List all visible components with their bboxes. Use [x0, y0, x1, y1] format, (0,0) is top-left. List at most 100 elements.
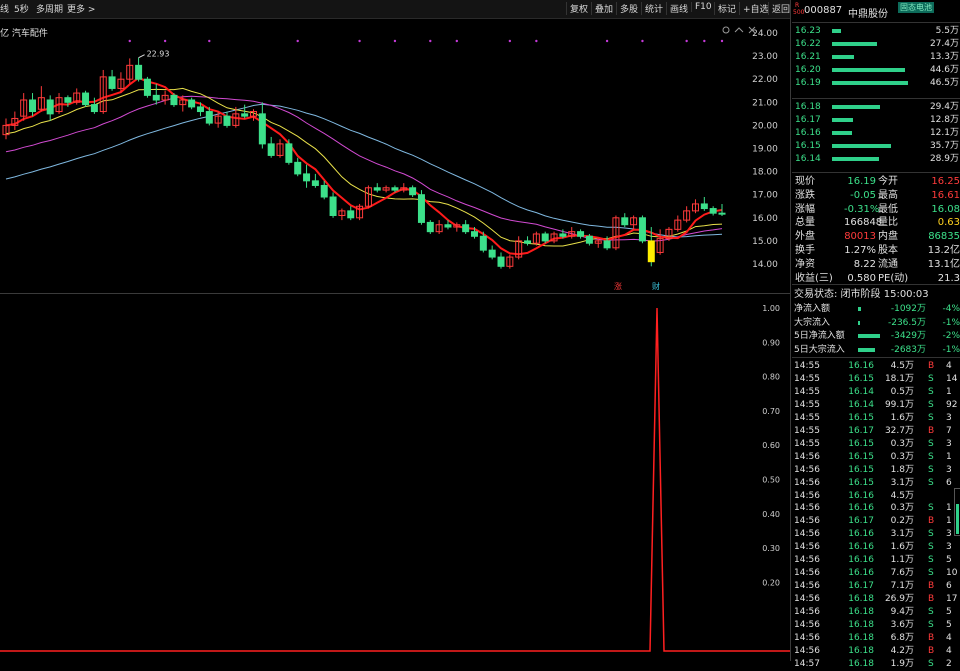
- price-axis-label: 19.00: [752, 145, 778, 155]
- candle: [656, 229, 664, 255]
- candle-body: [409, 187, 417, 196]
- tick-side: S: [928, 373, 934, 384]
- tick-time: 14:56: [794, 516, 820, 527]
- tick-side: S: [928, 464, 934, 475]
- candle: [2, 118, 10, 140]
- quote-value: 0.63: [937, 217, 960, 229]
- flow-label: 5日净流入额: [794, 331, 845, 341]
- price-axis-label: 14.00: [752, 260, 778, 270]
- candle: [126, 58, 134, 84]
- mark-button[interactable]: 标记: [714, 2, 739, 15]
- tick-count: 6: [946, 581, 952, 592]
- multi-stock-button[interactable]: 多股: [616, 2, 641, 15]
- tick-time: 14:55: [794, 412, 820, 423]
- candlestick-chart[interactable]: 24.00 23.00 22.00 21.00 20.00 19.00 18.00 17.00…: [0, 19, 790, 292]
- event-dot: [535, 39, 538, 43]
- draw-line-button[interactable]: 画线: [666, 2, 691, 15]
- ask-volume: 13.3万: [929, 52, 959, 62]
- quote-value: 86835: [928, 231, 960, 243]
- tick-time: 14:56: [794, 451, 820, 462]
- overlay-button[interactable]: 叠加: [591, 2, 616, 15]
- ask-volume: 27.4万: [929, 39, 959, 49]
- tick-side: S: [928, 555, 934, 566]
- toolbar-period-5s[interactable]: 5秒: [14, 2, 29, 15]
- tick-row: 14:56 16.17 7.1万 B 6: [792, 580, 960, 593]
- ask-price: 16.22: [795, 39, 821, 49]
- candle-body: [285, 143, 293, 163]
- tick-price: 16.14: [848, 399, 874, 410]
- tick-time: 14:56: [794, 542, 820, 553]
- tick-side: S: [928, 607, 934, 618]
- fuquan-button[interactable]: 复权: [566, 2, 591, 15]
- candle: [143, 76, 151, 98]
- tick-side: S: [928, 503, 934, 514]
- tick-volume: 26.9万: [884, 594, 914, 605]
- statistics-button[interactable]: 统计: [641, 2, 666, 15]
- toolbar-period-line[interactable]: 线: [0, 2, 9, 15]
- candle: [303, 164, 311, 188]
- tick-time: 14:56: [794, 490, 820, 501]
- tick-time: 14:56: [794, 581, 820, 592]
- candle-body: [135, 64, 143, 80]
- indicator-axis-label: 1.00: [762, 304, 780, 313]
- candle-body: [559, 233, 567, 237]
- ask-price: 16.20: [795, 65, 821, 75]
- candle: [488, 245, 496, 260]
- tick-row: 14:56 16.15 0.3万 S 1: [792, 451, 960, 464]
- candle: [426, 220, 434, 234]
- toolbar-more[interactable]: 更多 >: [67, 2, 95, 15]
- badge-top: R: [795, 2, 800, 9]
- candle-body: [188, 99, 196, 108]
- candle: [382, 185, 390, 193]
- tick-side: S: [928, 386, 934, 397]
- indicator-axis-label: 0.70: [762, 407, 780, 416]
- indicator-chart[interactable]: 1.00 0.90 0.80 0.70 0.60 0.50 0.40 0.30 0.20: [0, 298, 790, 661]
- tick-row: 14:55 16.14 99.1万 S 92: [792, 399, 960, 412]
- f10-button[interactable]: F10: [691, 2, 715, 12]
- candle-body: [241, 113, 249, 117]
- tick-volume: 1.6万: [890, 542, 914, 553]
- toolbar-multi-period[interactable]: 多周期: [36, 2, 63, 15]
- candle-body: [417, 194, 425, 223]
- flow-label: 5日大宗流入: [794, 344, 845, 355]
- event-dot: [393, 39, 397, 43]
- tick-side: S: [928, 529, 934, 540]
- tick-price: 16.17: [848, 425, 874, 436]
- price-axis-label: 24.00: [752, 29, 778, 39]
- quote-label: 净资: [795, 258, 815, 270]
- candle: [188, 97, 196, 110]
- candle: [223, 111, 231, 128]
- tick-side: B: [928, 516, 935, 527]
- indicator-axis-label: 0.20: [762, 578, 780, 587]
- add-watchlist-button[interactable]: +自选: [739, 2, 772, 15]
- price-axis-label: 21.00: [752, 98, 778, 108]
- tick-count: 3: [946, 438, 952, 449]
- tick-count: 3: [946, 542, 952, 553]
- tick-count: 5: [946, 607, 952, 618]
- tick-time: 14:56: [794, 477, 820, 488]
- quote-label: 股本: [878, 245, 898, 256]
- tick-side: S: [928, 568, 934, 579]
- side-divider: [790, 0, 791, 661]
- high-price-label: 22.93: [147, 50, 170, 59]
- bid-row: 16.15 35.7万: [792, 140, 960, 153]
- candle-body: [585, 235, 593, 244]
- tick-side: S: [928, 542, 934, 553]
- concept-tag[interactable]: 固态电池: [898, 2, 934, 13]
- tick-price: 16.18: [848, 607, 874, 618]
- price-axis-label: 20.00: [752, 121, 778, 131]
- tick-volume: 0.3万: [890, 451, 914, 462]
- event-dot: [720, 39, 724, 43]
- tick-time: 14:56: [794, 555, 820, 566]
- divider: [792, 98, 960, 99]
- panel-divider: [0, 293, 790, 294]
- tick-volume: 3.1万: [890, 477, 914, 488]
- tick-time: 14:55: [794, 399, 820, 410]
- tick-volume: 0.2万: [890, 516, 914, 527]
- ask-volume: 44.6万: [929, 65, 959, 75]
- bid-row: 16.18 29.4万: [792, 101, 960, 114]
- scrollbar[interactable]: [954, 488, 960, 536]
- candle-body: [223, 115, 231, 126]
- candle-body: [524, 240, 532, 244]
- limit-up-marker: 涨: [614, 281, 622, 291]
